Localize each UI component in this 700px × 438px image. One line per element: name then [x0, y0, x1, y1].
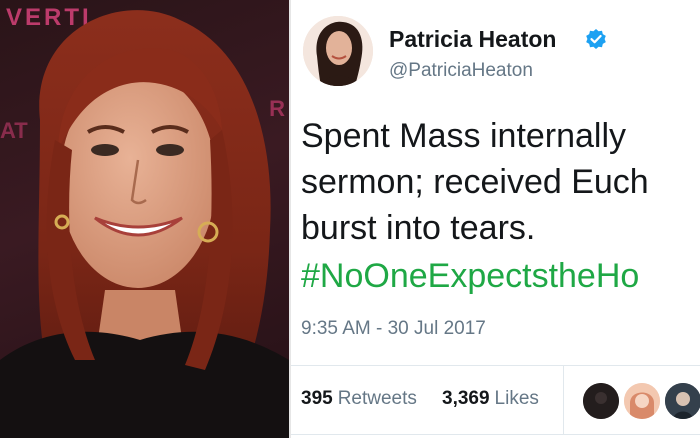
- screenshot-composite: VERTI R AT Patricia Heaton @PatriciaHeat…: [0, 0, 700, 438]
- tweet-text-line-2: sermon; received Euch: [301, 163, 649, 201]
- like-count-label: Likes: [494, 388, 539, 409]
- tweet-timestamp[interactable]: 9:35 AM - 30 Jul 2017: [301, 318, 486, 340]
- stats-divider-bottom: [291, 434, 700, 435]
- liker-avatar-image: [665, 383, 700, 419]
- avatar-image: [303, 16, 373, 86]
- tweet-text-line-3: burst into tears.: [301, 209, 536, 247]
- hashtag-link[interactable]: #NoOneExpectstheHo: [301, 256, 639, 296]
- verified-badge-icon: [586, 29, 606, 49]
- stats-divider-top: [291, 365, 700, 366]
- tweet-text-line-1: Spent Mass internally: [301, 117, 627, 155]
- portrait-illustration: [0, 10, 289, 438]
- portrait-photo: VERTI R AT: [0, 0, 289, 438]
- retweet-count[interactable]: 395 Retweets: [301, 388, 417, 410]
- retweet-count-label: Retweets: [337, 388, 417, 409]
- author-name[interactable]: Patricia Heaton: [389, 26, 556, 53]
- liker-avatar[interactable]: [622, 381, 662, 421]
- retweet-count-value: 395: [301, 388, 333, 409]
- liker-avatar[interactable]: [663, 381, 700, 421]
- avatar[interactable]: [303, 16, 373, 86]
- liker-avatar-image: [624, 383, 660, 419]
- like-count-value: 3,369: [442, 388, 490, 409]
- liker-avatar-image: [583, 383, 619, 419]
- like-count[interactable]: 3,369 Likes: [442, 388, 539, 410]
- tweet-card: Patricia Heaton @PatriciaHeaton Spent Ma…: [291, 0, 700, 438]
- author-handle[interactable]: @PatriciaHeaton: [389, 60, 533, 82]
- liker-avatar[interactable]: [581, 381, 621, 421]
- stats-separator: [563, 366, 564, 434]
